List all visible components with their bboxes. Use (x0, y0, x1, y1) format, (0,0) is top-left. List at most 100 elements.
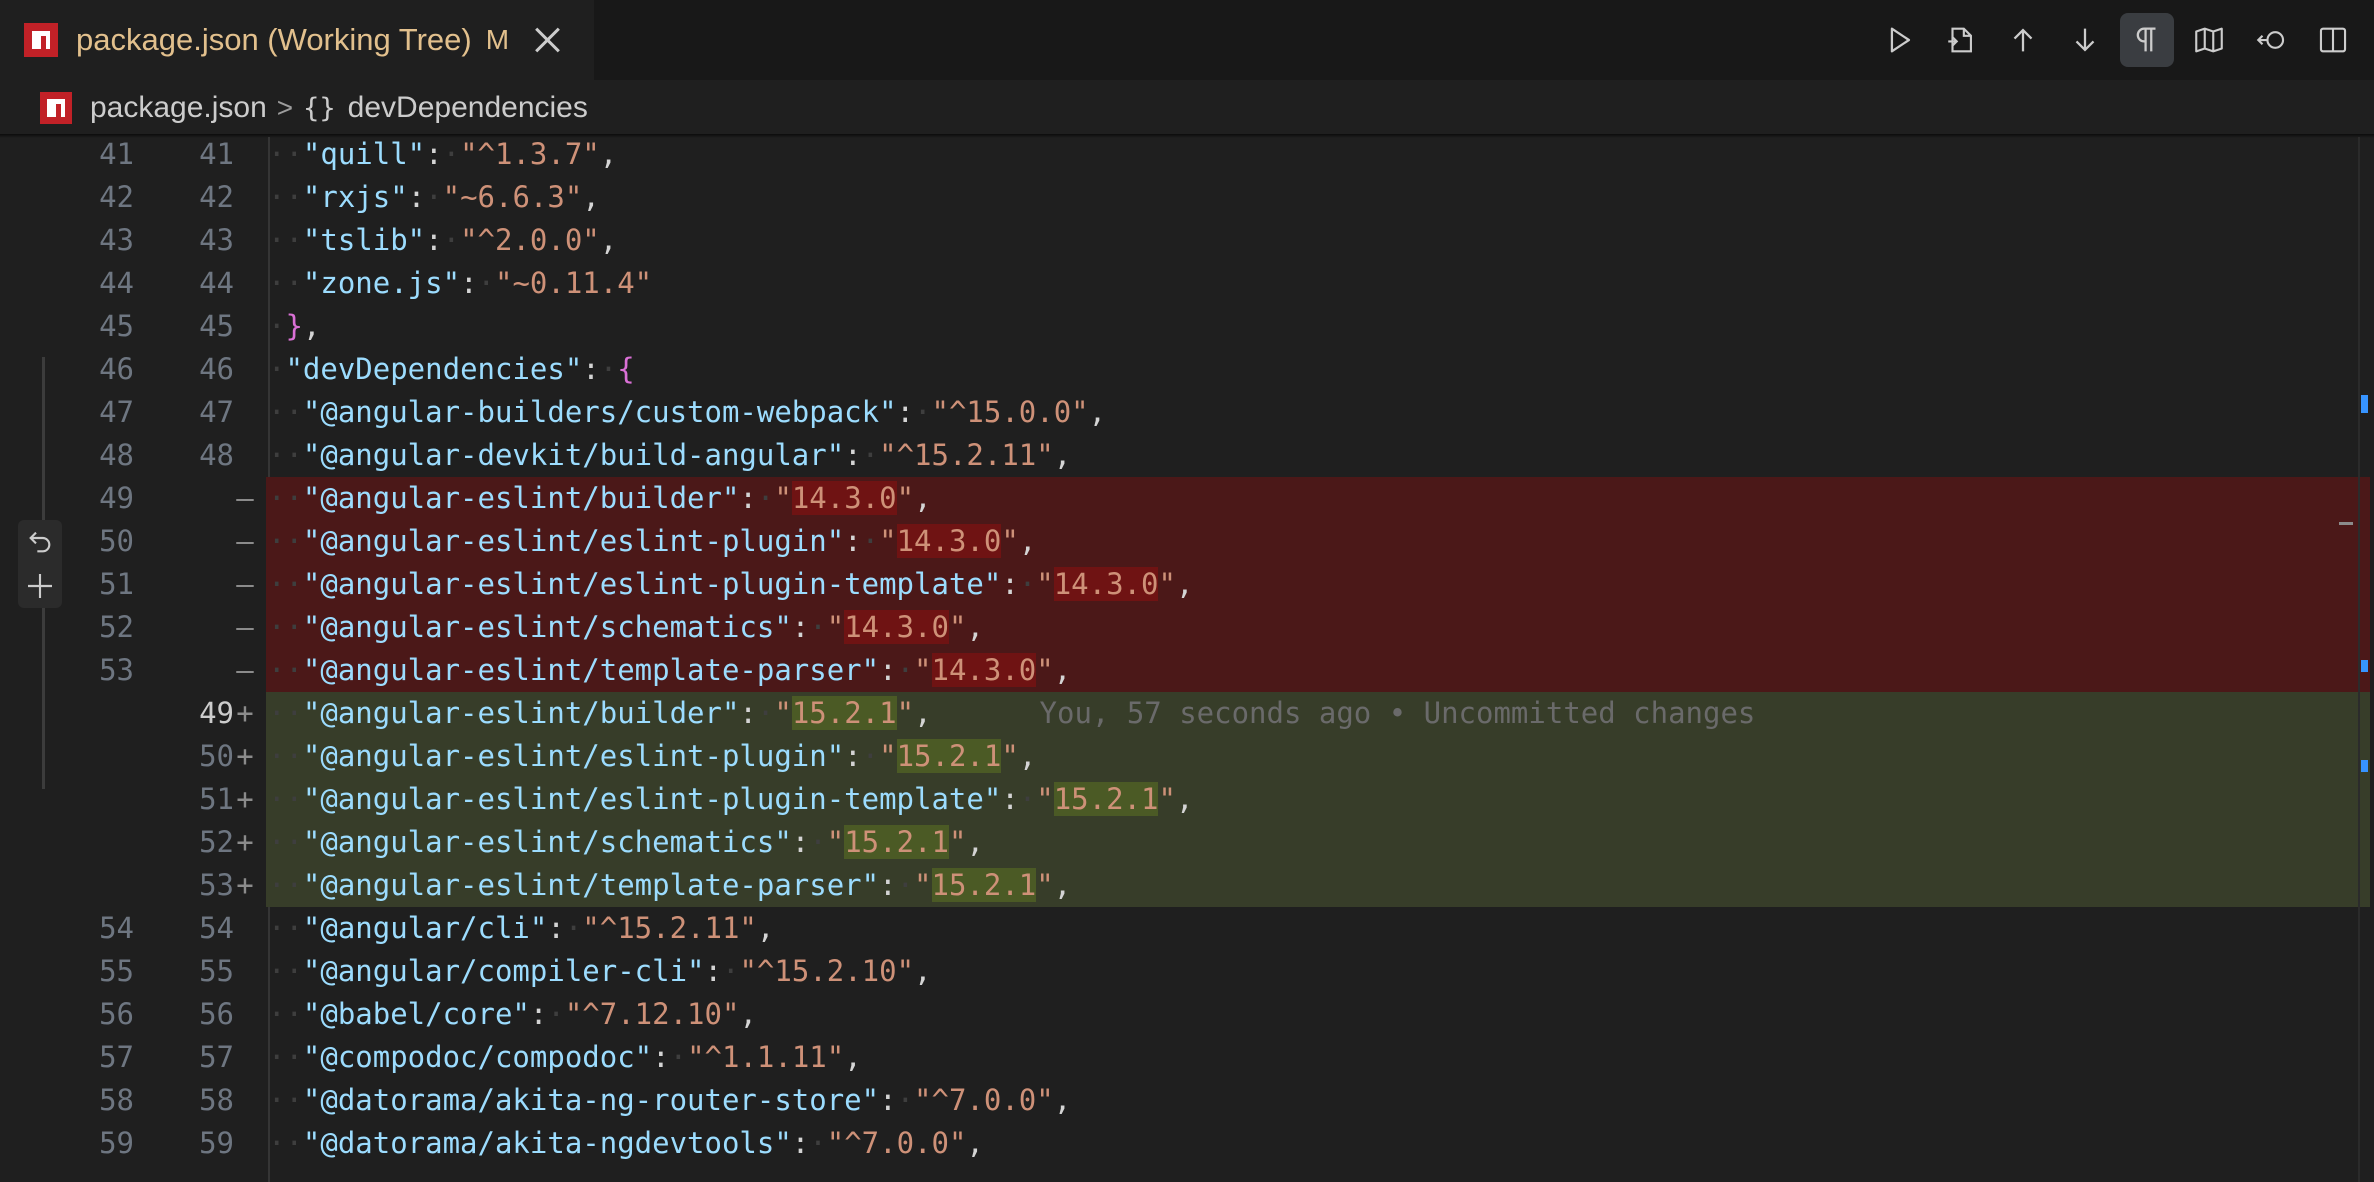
line-code: ··"@angular-eslint/eslint-plugin-templat… (268, 778, 1193, 821)
minimap-button[interactable] (2182, 13, 2236, 67)
overview-cursor-marker (2339, 522, 2353, 525)
code-line[interactable]: 41 41 ··"quill":·"^1.3.7", (0, 137, 2374, 176)
undo-icon[interactable] (24, 526, 56, 558)
code-line[interactable]: 42 42 ··"rxjs":·"~6.6.3", (0, 176, 2374, 219)
previous-change-button[interactable] (1996, 13, 2050, 67)
code-line[interactable]: 54 54 ··"@angular/cli":·"^15.2.11", (0, 907, 2374, 950)
code-line[interactable]: 55 55 ··"@angular/compiler-cli":·"^15.2.10… (0, 950, 2374, 993)
json-value: "^15.2.10" (739, 954, 915, 988)
diff-editor[interactable]: 41 41 ··"quill":·"^1.3.7", 42 42 ··"rxjs":·"~… (0, 137, 2374, 1182)
colon: : (425, 223, 443, 257)
next-change-button[interactable] (2058, 13, 2112, 67)
original-line-number: 42 (99, 180, 134, 214)
trailing-punct: , (739, 997, 757, 1031)
plus-icon[interactable] (24, 570, 56, 602)
line-code: ··"@angular/cli":·"^15.2.11", (268, 907, 774, 950)
code-line[interactable]: 44 44 ··"zone.js":·"~0.11.4" (0, 262, 2374, 305)
trailing-punct: , (966, 1126, 984, 1160)
code-line[interactable]: 53 — ··"@angular-eslint/template-parser":·… (0, 649, 2374, 692)
quote: " (1036, 653, 1054, 687)
code-line[interactable]: 50— ··"@angular-eslint/eslint-plugin":·"1… (0, 520, 2374, 563)
trailing-punct: , (1053, 868, 1072, 902)
bracket: { (617, 352, 635, 386)
json-key: "@babel/core" (302, 997, 530, 1031)
code-line[interactable]: 50 + ··"@angular-eslint/eslint-plugin":·"1… (0, 735, 2374, 778)
colon: : (1001, 782, 1019, 816)
npm-icon (24, 23, 58, 57)
json-key: "@angular-eslint/eslint-plugin" (302, 739, 845, 773)
overview-marker (2361, 660, 2368, 672)
whitespace-dots: ·· (268, 481, 303, 515)
whitespace-dots: ·· (268, 739, 303, 773)
open-file-button[interactable] (1934, 13, 1988, 67)
breadcrumb-symbol[interactable]: devDependencies (348, 91, 588, 125)
modified-line-number: 43 (199, 223, 234, 257)
breadcrumb-file[interactable]: package.json (90, 91, 267, 125)
code-line[interactable]: 48 48 ··"@angular-devkit/build-angular":·"… (0, 434, 2374, 477)
whitespace-dots: ·· (268, 1126, 303, 1160)
code-line[interactable]: 51 — ··"@angular-eslint/eslint-plugin-temp… (0, 563, 2374, 606)
original-line-number: 59 (99, 1126, 134, 1160)
whitespace-dots: ·· (268, 782, 303, 816)
quote: " (1158, 782, 1176, 816)
diff-marker: — (236, 610, 254, 644)
colon: : (1001, 567, 1019, 601)
modified-line-number: 56 (199, 997, 234, 1031)
original-line-number: 55 (99, 954, 134, 988)
json-value: "^7.0.0" (826, 1126, 967, 1160)
colon: : (704, 954, 722, 988)
diff-marker: + (236, 696, 254, 730)
split-editor-icon (2319, 27, 2347, 53)
colon: : (407, 180, 426, 214)
line-code: ·"devDependencies":·{ (268, 348, 635, 391)
code-line[interactable]: 53 + ··"@angular-eslint/template-parser":·… (0, 864, 2374, 907)
code-line[interactable]: 57 57 ··"@compodoc/compodoc":·"^1.1.11", (0, 1036, 2374, 1079)
line-code: ··"@datorama/akita-ng-router-store":·"^7… (268, 1079, 1071, 1122)
toggle-whitespace-button[interactable] (2120, 13, 2174, 67)
overview-ruler[interactable] (2358, 137, 2360, 1182)
code-line[interactable]: 46 46 ·"devDependencies":·{ (0, 348, 2374, 391)
quote: " (1036, 782, 1054, 816)
whitespace-dots: ·· (268, 997, 303, 1031)
line-code: ··"@angular-builders/custom-webpack":·"^… (268, 391, 1106, 434)
revert-button[interactable] (2244, 13, 2298, 67)
whitespace-dots: ·· (268, 395, 303, 429)
run-button[interactable] (1872, 13, 1926, 67)
code-line[interactable]: 49— ··"@angular-eslint/builder":·"14.3.0"… (0, 477, 2374, 520)
arrow-up-icon (2013, 28, 2033, 52)
code-line[interactable]: 58 58 ··"@datorama/akita-ng-router-store":… (0, 1079, 2374, 1122)
colon: : (879, 1083, 897, 1117)
whitespace-dots: · (268, 309, 286, 343)
json-key: "@angular-devkit/build-angular" (302, 438, 845, 472)
quote: " (948, 610, 967, 644)
code-line[interactable]: 52 + ··"@angular-eslint/schematics":·"15.2… (0, 821, 2374, 864)
code-line[interactable]: 56 56 ··"@babel/core":·"^7.12.10", (0, 993, 2374, 1036)
line-code: ··"@angular-eslint/builder":·"14.3.0", (268, 477, 932, 520)
trailing-punct: , (1053, 438, 1072, 472)
quote: " (826, 825, 845, 859)
code-line[interactable]: 45 45 ·}, (0, 305, 2374, 348)
code-line[interactable]: 52— ··"@angular-eslint/schematics":·"14.3… (0, 606, 2374, 649)
whitespace-dot: · (1018, 567, 1037, 601)
code-line[interactable]: 49 + ··"@angular-eslint/builder":·"15.2.1"… (0, 692, 2374, 735)
whitespace-dot: · (861, 438, 880, 472)
colon: : (582, 352, 600, 386)
modified-line-number: 50 (199, 739, 234, 773)
json-key: "@angular/cli" (302, 911, 548, 945)
original-line-number: 54 (99, 911, 134, 945)
whitespace-dots: ·· (268, 180, 303, 214)
line-code: ··"@angular-eslint/schematics":·"15.2.1"… (268, 821, 984, 864)
code-line[interactable]: 43 43 ··"tslib":·"^2.0.0", (0, 219, 2374, 262)
whitespace-dot: · (721, 954, 740, 988)
changed-value: 14.3.0 (931, 653, 1037, 687)
close-icon[interactable] (533, 26, 561, 54)
whitespace-dot: · (809, 1126, 827, 1160)
code-line[interactable]: 59 59 ··"@datorama/akita-ngdevtools":·"^7.… (0, 1122, 2374, 1165)
line-code: ··"@compodoc/compodoc":·"^1.1.11", (268, 1036, 862, 1079)
quote: " (1001, 524, 1019, 558)
code-line[interactable]: 51 + ··"@angular-eslint/eslint-plugin-temp… (0, 778, 2374, 821)
split-editor-button[interactable] (2306, 13, 2360, 67)
code-line[interactable]: 47 47 ··"@angular-builders/custom-webpack"… (0, 391, 2374, 434)
editor-tab[interactable]: package.json (Working Tree) M (0, 0, 594, 80)
trailing-punct: , (1088, 395, 1107, 429)
